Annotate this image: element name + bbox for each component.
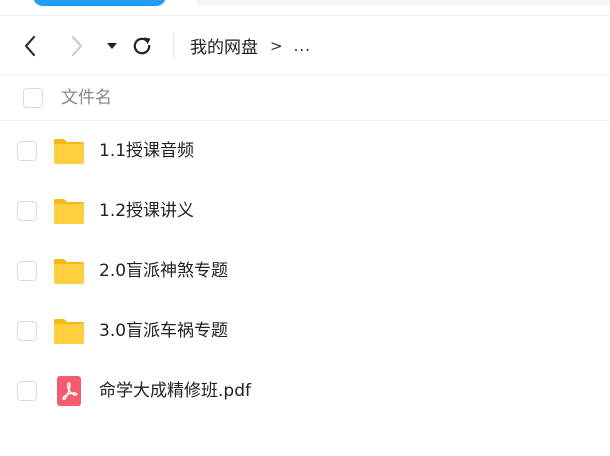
file-name: 1.1授课音频 <box>99 141 195 161</box>
file-row[interactable]: 3.0盲派车祸专题 <box>0 301 610 361</box>
file-name: 1.2授课讲义 <box>99 201 195 221</box>
folder-icon <box>54 259 84 284</box>
file-list: 1.1授课音频 1.2授课讲义 2.0盲派神煞专题 3.0盲派车祸专题 命学大成… <box>0 121 610 421</box>
folder-icon <box>54 139 84 164</box>
back-button[interactable] <box>16 16 44 75</box>
row-checkbox[interactable] <box>17 381 37 401</box>
top-strip <box>0 0 610 16</box>
breadcrumb-separator: > <box>270 36 283 55</box>
navigation-bar: 我的网盘 > ... <box>0 16 610 75</box>
folder-icon <box>54 199 84 224</box>
file-row[interactable]: 1.2授课讲义 <box>0 181 610 241</box>
breadcrumb-root[interactable]: 我的网盘 <box>190 33 258 58</box>
list-header: 文件名 <box>0 76 610 120</box>
file-row[interactable]: 命学大成精修班.pdf <box>0 361 610 421</box>
breadcrumb-more[interactable]: ... <box>294 37 311 55</box>
refresh-icon <box>133 36 151 54</box>
pdf-icon <box>57 376 81 406</box>
history-dropdown-button[interactable] <box>102 16 122 75</box>
top-search-bar[interactable] <box>196 0 610 6</box>
row-checkbox[interactable] <box>17 261 37 281</box>
row-checkbox[interactable] <box>17 141 37 161</box>
file-row[interactable]: 2.0盲派神煞专题 <box>0 241 610 301</box>
file-name: 2.0盲派神煞专题 <box>99 261 229 281</box>
nav-separator <box>173 33 174 59</box>
file-name: 3.0盲派车祸专题 <box>99 321 229 341</box>
refresh-button[interactable] <box>128 16 156 75</box>
top-accent-button[interactable] <box>33 0 166 6</box>
folder-icon <box>54 319 84 344</box>
chevron-left-icon <box>24 35 36 56</box>
breadcrumb: 我的网盘 > ... <box>190 16 311 75</box>
chevron-right-icon <box>72 35 82 56</box>
file-row[interactable]: 1.1授课音频 <box>0 121 610 181</box>
row-checkbox[interactable] <box>17 201 37 221</box>
file-name: 命学大成精修班.pdf <box>99 381 251 401</box>
caret-down-icon <box>107 42 117 49</box>
select-all-checkbox[interactable] <box>23 88 43 108</box>
column-header-name[interactable]: 文件名 <box>61 76 112 120</box>
forward-button[interactable] <box>63 16 91 75</box>
row-checkbox[interactable] <box>17 321 37 341</box>
